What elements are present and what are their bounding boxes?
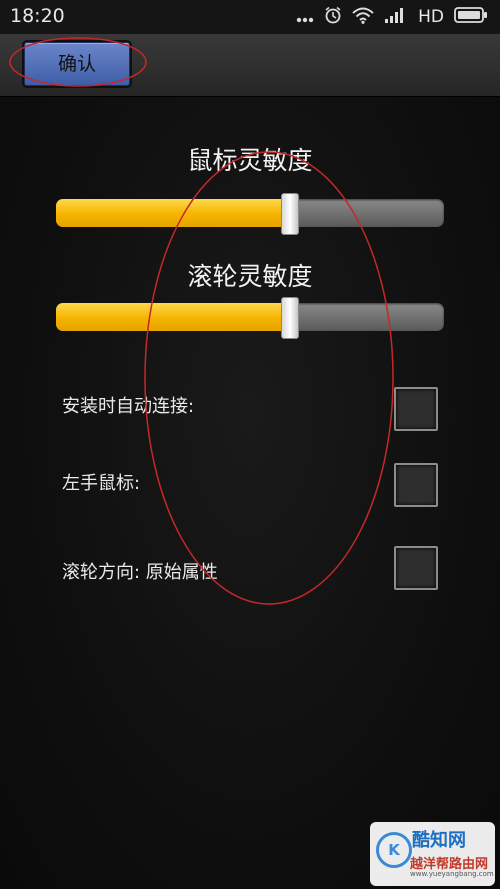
watermark-url: www.yueyangbang.com: [410, 870, 494, 878]
watermark: K 酷知网 越洋帮路由网 www.yueyangbang.com: [370, 822, 495, 886]
watermark-logo-icon: K: [376, 832, 412, 868]
wheel-sensitivity-title: 滚轮灵敏度: [187, 262, 313, 291]
status-bar: 18:20 HD: [0, 0, 500, 34]
network-type: HD: [418, 7, 444, 27]
confirm-button[interactable]: 确认: [24, 42, 130, 86]
status-icons: HD: [296, 6, 488, 28]
status-time: 18:20: [10, 5, 65, 27]
alarm-icon: [324, 6, 342, 28]
auto-connect-label: 安装时自动连接:: [62, 396, 195, 417]
slider-fill: [56, 303, 289, 331]
wheel-direction-checkbox[interactable]: [394, 546, 438, 590]
battery-icon: [454, 6, 488, 28]
left-hand-mouse-checkbox[interactable]: [394, 463, 438, 507]
wifi-icon: [352, 6, 374, 28]
wheel-direction-label: 滚轮方向: 原始属性: [62, 562, 218, 583]
more-icon: [296, 8, 314, 27]
settings-panel: 鼠标灵敏度 滚轮灵敏度 安装时自动连接: 左手鼠标: 滚轮方向: 原始属性: [0, 97, 500, 889]
slider-thumb[interactable]: [280, 193, 299, 235]
action-bar: 确认: [0, 34, 500, 97]
mouse-sensitivity-slider[interactable]: [56, 193, 444, 235]
slider-fill: [56, 199, 289, 227]
watermark-name: 酷知网: [412, 830, 466, 851]
slider-thumb[interactable]: [280, 297, 299, 339]
mouse-sensitivity-title: 鼠标灵敏度: [187, 146, 313, 175]
left-hand-mouse-label: 左手鼠标:: [62, 473, 141, 494]
signal-icon: [384, 6, 406, 28]
wheel-sensitivity-slider[interactable]: [56, 297, 444, 339]
auto-connect-checkbox[interactable]: [394, 387, 438, 431]
